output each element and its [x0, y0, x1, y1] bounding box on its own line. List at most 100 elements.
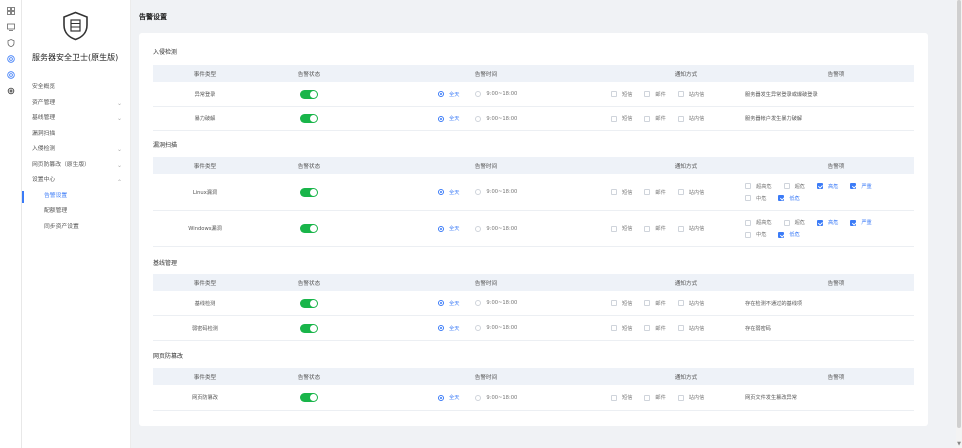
sidebar-item-label: 设置中心 — [32, 177, 56, 183]
alert-toggle[interactable] — [300, 393, 318, 402]
checkbox-level-high[interactable]: 高危 — [816, 219, 838, 226]
checkbox-sms[interactable]: 短信 — [611, 225, 632, 232]
sidebar-item-label: 资产管理 — [32, 99, 56, 106]
alert-toggle[interactable] — [300, 298, 318, 308]
checkbox-label: 严重 — [861, 220, 872, 226]
alert-toggle[interactable] — [300, 187, 318, 197]
checkbox-sms[interactable]: 短信 — [611, 325, 632, 332]
checkbox-inbox[interactable]: 站内信 — [677, 300, 704, 307]
header-notify: 通知方式 — [674, 71, 698, 78]
checkbox-level-medium[interactable]: 中危 — [745, 195, 766, 202]
header-type: 事件类型 — [193, 374, 217, 381]
radio-allday[interactable]: 全天 — [438, 225, 459, 232]
sidebar-item-quota[interactable]: 配额管理 — [22, 204, 131, 220]
level-checkboxes: 超高危 超危 高危 严重 中危 低危 — [745, 183, 905, 202]
radio-allday[interactable]: 全天 — [438, 300, 459, 307]
checkbox-inbox[interactable]: 站内信 — [677, 115, 704, 122]
chevron-down-icon: ⌄ — [116, 99, 122, 107]
sidebar-item-intrusion[interactable]: 入侵检测 ⌄ — [22, 142, 131, 158]
checkbox-level-critical[interactable]: 超危 — [783, 183, 805, 190]
radio-range[interactable]: 9:00~18:00 — [475, 225, 517, 232]
checkbox-email[interactable]: 邮件 — [644, 300, 666, 307]
radio-range[interactable]: 9:00~18:00 — [475, 394, 517, 401]
status-cell — [257, 82, 361, 106]
checkbox-inbox[interactable]: 站内信 — [677, 394, 704, 401]
table-row: Windows漏洞 全天 9:00~18:00 短信 邮件 站内信 超高危 超危… — [153, 211, 914, 247]
checkbox-email[interactable]: 邮件 — [644, 394, 666, 401]
monitor-icon[interactable] — [0, 20, 22, 34]
checkbox-email[interactable]: 邮件 — [644, 91, 666, 98]
scrollbar-thumb[interactable] — [957, 0, 961, 428]
checkbox-box — [644, 300, 651, 306]
sidebar-item-sync-assets[interactable]: 同步资产设置 — [22, 220, 131, 236]
radio-allday[interactable]: 全天 — [438, 91, 459, 98]
checkbox-level-critical[interactable]: 超危 — [783, 219, 805, 226]
shield-icon[interactable] — [0, 36, 22, 50]
radio-allday[interactable]: 全天 — [438, 325, 459, 332]
checkbox-level-ultra-critical[interactable]: 超高危 — [745, 219, 772, 226]
radio-allday[interactable]: 全天 — [438, 115, 459, 122]
radio-range[interactable]: 9:00~18:00 — [475, 189, 517, 195]
radio-range[interactable]: 9:00~18:00 — [475, 325, 517, 331]
alert-toggle[interactable] — [300, 323, 318, 333]
radio-label: 全天 — [449, 189, 460, 196]
table-header: 事件类型 告警状态 告警时间 通知方式 告警项 — [153, 65, 914, 82]
sidebar-item-baseline[interactable]: 基线管理 ⌄ — [22, 111, 131, 127]
checkbox-email[interactable]: 邮件 — [644, 325, 666, 332]
sidebar-item-assets[interactable]: 资产管理 ⌄ — [22, 96, 131, 112]
gear-icon[interactable] — [0, 84, 22, 98]
checkbox-box — [611, 115, 617, 122]
radio-allday[interactable]: 全天 — [438, 394, 459, 401]
radio-range[interactable]: 9:00~18:00 — [475, 91, 517, 97]
checkbox-sms[interactable]: 短信 — [611, 91, 632, 98]
checkbox-sms[interactable]: 短信 — [611, 394, 632, 401]
alert-toggle[interactable] — [300, 89, 318, 99]
notify-cell: 短信 邮件 站内信 — [611, 107, 761, 130]
sidebar-item-label: 漏洞扫描 — [32, 130, 56, 137]
checkbox-inbox[interactable]: 站内信 — [677, 225, 704, 232]
row-item: 网页文件发生篡改异常 — [745, 395, 797, 401]
grid-icon[interactable] — [0, 4, 22, 18]
notify-cell: 短信 邮件 站内信 — [611, 174, 761, 210]
scroll-down-icon[interactable]: ▼ — [956, 440, 962, 448]
checkbox-label: 低危 — [789, 232, 800, 238]
checkbox-email[interactable]: 邮件 — [644, 115, 666, 122]
section-title-intrusion: 入侵检测 — [153, 49, 178, 56]
checkbox-label: 短信 — [622, 189, 633, 196]
vertical-scrollbar[interactable]: ▼ — [956, 0, 962, 448]
table-header: 事件类型 告警状态 告警时间 通知方式 告警项 — [153, 274, 914, 291]
checkbox-box — [611, 325, 617, 331]
checkbox-box — [677, 394, 684, 401]
section-title-vuln: 漏洞扫描 — [153, 142, 178, 149]
sidebar-item-tamper[interactable]: 网页防篡改（原生版） ⌄ — [22, 158, 131, 174]
checkbox-level-ultra-critical[interactable]: 超高危 — [745, 183, 772, 190]
alert-toggle[interactable] — [300, 224, 318, 233]
checkbox-box — [611, 300, 617, 306]
sidebar-item-settings[interactable]: 设置中心 ⌄ — [22, 173, 131, 189]
checkbox-email[interactable]: 邮件 — [644, 189, 666, 196]
radio-range[interactable]: 9:00~18:00 — [475, 115, 517, 122]
checkbox-inbox[interactable]: 站内信 — [677, 189, 704, 196]
radio-range[interactable]: 9:00~18:00 — [475, 300, 517, 306]
target-icon[interactable] — [0, 52, 22, 66]
sidebar-item-alert-settings[interactable]: 告警设置 — [22, 189, 131, 205]
sidebar-item-vuln-scan[interactable]: 漏洞扫描 — [22, 127, 131, 143]
checkbox-sms[interactable]: 短信 — [611, 115, 632, 122]
checkbox-sms[interactable]: 短信 — [611, 300, 632, 307]
target-icon[interactable] — [0, 68, 22, 82]
checkbox-level-high[interactable]: 高危 — [816, 183, 839, 190]
alert-toggle[interactable] — [300, 114, 318, 123]
checkbox-level-severe[interactable]: 严重 — [850, 219, 872, 226]
radio-allday[interactable]: 全天 — [438, 189, 459, 196]
checkbox-label: 高危 — [827, 183, 839, 190]
checkbox-inbox[interactable]: 站内信 — [677, 91, 704, 98]
checkbox-inbox[interactable]: 站内信 — [677, 325, 704, 332]
checkbox-level-medium[interactable]: 中危 — [745, 231, 766, 238]
checkbox-level-low[interactable]: 低危 — [778, 231, 800, 238]
sidebar-item-overview[interactable]: 安全概览 — [22, 80, 131, 96]
checkbox-email[interactable]: 邮件 — [644, 225, 666, 232]
checkbox-sms[interactable]: 短信 — [611, 189, 632, 196]
checkbox-level-severe[interactable]: 严重 — [850, 183, 872, 190]
status-cell — [257, 291, 361, 315]
checkbox-level-low[interactable]: 低危 — [778, 195, 800, 202]
